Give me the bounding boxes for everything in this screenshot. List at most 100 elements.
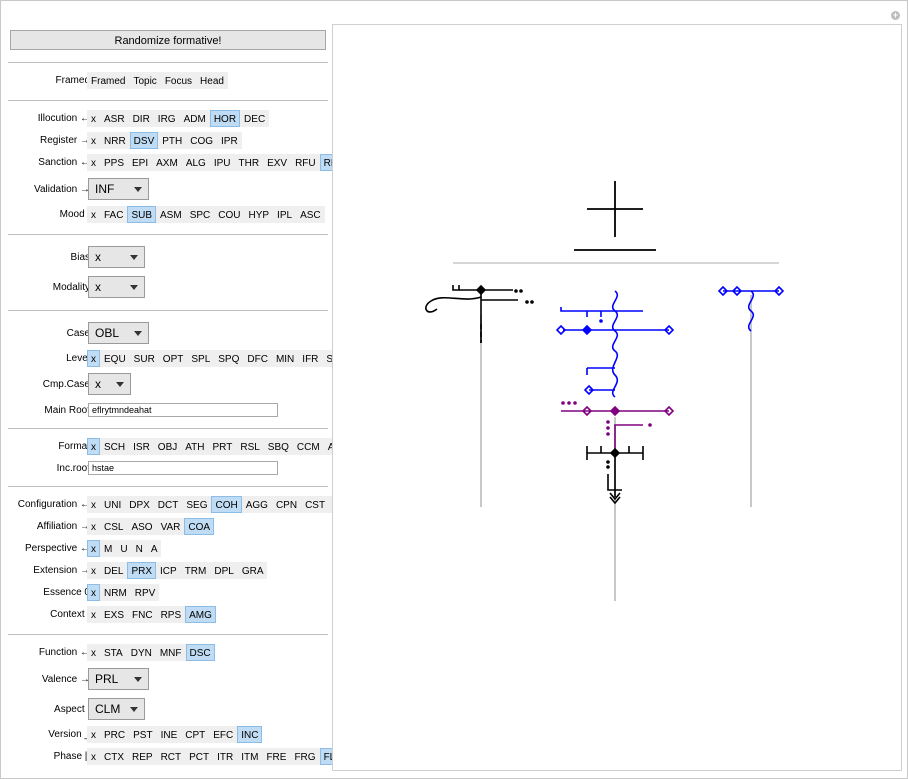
configuration-option[interactable]: x [87, 496, 100, 513]
mood-option[interactable]: HYP [244, 206, 274, 223]
essence-option[interactable]: RPV [130, 584, 160, 601]
format-option[interactable]: SCH [100, 438, 130, 455]
context-option[interactable]: AMG [185, 606, 216, 623]
format-option[interactable]: ISR [129, 438, 154, 455]
bias-dropdown[interactable]: x [88, 246, 145, 268]
sanction-option[interactable]: PPS [100, 154, 129, 171]
level-option[interactable]: SPQ [214, 350, 244, 367]
randomize-button[interactable]: Randomize formative! [10, 30, 326, 50]
register-option[interactable]: IPR [217, 132, 242, 149]
configuration-option[interactable]: AGG [241, 496, 272, 513]
phase-option[interactable]: PCT [185, 748, 214, 765]
configuration-option[interactable]: CPN [271, 496, 302, 513]
version-option[interactable]: INC [237, 726, 263, 743]
phase-option[interactable]: RCT [156, 748, 186, 765]
mood-option[interactable]: IPL [273, 206, 297, 223]
aspect-dropdown[interactable]: CLM [88, 698, 145, 720]
level-option[interactable]: x [87, 350, 100, 367]
mood-option[interactable]: COU [214, 206, 245, 223]
sanction-option[interactable]: IPU [209, 154, 235, 171]
format-option[interactable]: OBJ [153, 438, 182, 455]
version-option[interactable]: PRC [100, 726, 130, 743]
valence-dropdown[interactable]: PRL [88, 668, 149, 690]
version-option[interactable]: INE [156, 726, 182, 743]
extension-option[interactable]: x [87, 562, 100, 579]
perspective-option[interactable]: N [131, 540, 147, 557]
phase-option[interactable]: ITR [213, 748, 238, 765]
essence-option[interactable]: x [87, 584, 100, 601]
function-option[interactable]: x [87, 644, 100, 661]
sanction-option[interactable]: AXM [152, 154, 182, 171]
illocution-option[interactable]: x [87, 110, 100, 127]
register-option[interactable]: COG [186, 132, 218, 149]
sanction-option[interactable]: ALG [181, 154, 210, 171]
validation-dropdown[interactable]: INF [88, 178, 149, 200]
phase-option[interactable]: REP [128, 748, 157, 765]
illocution-option[interactable]: DIR [128, 110, 154, 127]
framed-option[interactable]: Topic [129, 72, 161, 89]
version-option[interactable]: PST [129, 726, 157, 743]
configuration-option[interactable]: SEG [182, 496, 212, 513]
configuration-option[interactable]: UNI [100, 496, 126, 513]
affiliation-option[interactable]: COA [184, 518, 215, 535]
mood-option[interactable]: ASM [156, 206, 186, 223]
context-option[interactable]: EXS [100, 606, 129, 623]
context-option[interactable]: RPS [156, 606, 186, 623]
mood-option[interactable]: x [87, 206, 100, 223]
level-option[interactable]: SUR [129, 350, 159, 367]
version-option[interactable]: x [87, 726, 100, 743]
function-option[interactable]: DYN [126, 644, 156, 661]
format-option[interactable]: ATH [181, 438, 209, 455]
phase-option[interactable]: FRE [262, 748, 291, 765]
function-option[interactable]: STA [100, 644, 127, 661]
version-option[interactable]: CPT [181, 726, 210, 743]
inc-root-input[interactable]: hstae [88, 461, 278, 475]
register-option[interactable]: DSV [129, 132, 159, 149]
format-option[interactable]: SBQ [263, 438, 293, 455]
case-dropdown[interactable]: OBL [88, 322, 149, 344]
format-option[interactable]: CCM [292, 438, 324, 455]
phase-option[interactable]: x [87, 748, 100, 765]
register-option[interactable]: x [87, 132, 100, 149]
register-option[interactable]: PTH [158, 132, 187, 149]
level-option[interactable]: SPL [187, 350, 215, 367]
illocution-option[interactable]: HOR [209, 110, 241, 127]
level-option[interactable]: IFR [298, 350, 323, 367]
sanction-option[interactable]: EPI [128, 154, 153, 171]
format-option[interactable]: PRT [208, 438, 237, 455]
framed-option[interactable]: Focus [160, 72, 197, 89]
illocution-option[interactable]: ASR [100, 110, 129, 127]
sanction-option[interactable]: EXV [263, 154, 292, 171]
level-option[interactable]: OPT [158, 350, 188, 367]
perspective-option[interactable]: U [116, 540, 132, 557]
perspective-option[interactable]: A [146, 540, 162, 557]
function-option[interactable]: MNF [155, 644, 186, 661]
mood-option[interactable]: FAC [100, 206, 128, 223]
sanction-option[interactable]: THR [234, 154, 264, 171]
extension-option[interactable]: TRM [180, 562, 211, 579]
perspective-option[interactable]: x [87, 540, 100, 557]
mood-option[interactable]: ASC [296, 206, 325, 223]
sanction-option[interactable]: x [87, 154, 100, 171]
configuration-option[interactable]: DCT [153, 496, 183, 513]
phase-option[interactable]: FRG [290, 748, 320, 765]
sanction-option[interactable]: RFU [291, 154, 320, 171]
framed-option[interactable]: Head [196, 72, 228, 89]
version-option[interactable]: EFC [209, 726, 238, 743]
modality-dropdown[interactable]: x [88, 276, 145, 298]
affiliation-option[interactable]: ASO [127, 518, 157, 535]
illocution-option[interactable]: DEC [240, 110, 270, 127]
phase-option[interactable]: CTX [100, 748, 128, 765]
context-option[interactable]: x [87, 606, 100, 623]
configuration-option[interactable]: DPX [125, 496, 154, 513]
illocution-option[interactable]: IRG [153, 110, 180, 127]
format-option[interactable]: RSL [236, 438, 264, 455]
context-option[interactable]: FNC [128, 606, 157, 623]
extension-option[interactable]: PRX [127, 562, 157, 579]
framed-option[interactable]: Framed [87, 72, 130, 89]
level-option[interactable]: DFC [243, 350, 272, 367]
mood-option[interactable]: SPC [185, 206, 215, 223]
affiliation-option[interactable]: CSL [100, 518, 128, 535]
format-option[interactable]: x [87, 438, 100, 455]
mood-option[interactable]: SUB [127, 206, 157, 223]
